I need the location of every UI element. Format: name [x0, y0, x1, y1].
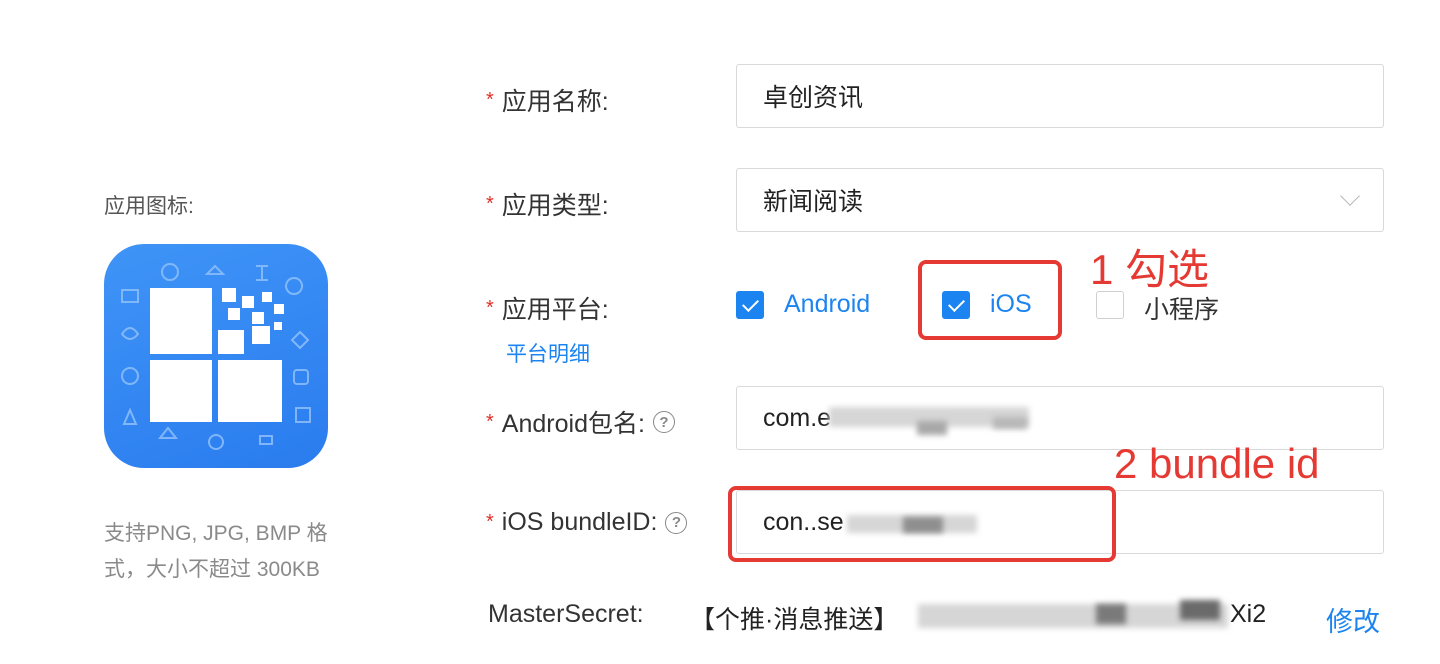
app-type-label-text: 应用类型:	[501, 192, 609, 220]
app-name-input[interactable]: 卓创资讯	[736, 64, 1384, 128]
required-mark: *	[486, 296, 494, 319]
platform-label-text: 应用平台:	[501, 296, 609, 324]
required-mark: *	[486, 410, 494, 433]
master-secret-value: 【个推·消息推送】	[690, 600, 898, 636]
redaction-mask	[1096, 604, 1126, 624]
master-secret-label: MasterSecret:	[488, 600, 644, 628]
redaction-mask	[917, 421, 947, 435]
app-name-label: * 应用名称:	[486, 82, 609, 118]
app-logo-icon	[120, 263, 311, 450]
help-icon[interactable]: ?	[665, 511, 688, 534]
platform-details-link[interactable]: 平台明细	[506, 338, 590, 368]
app-type-label: * 应用类型:	[486, 186, 609, 222]
app-name-value: 卓创资讯	[763, 84, 864, 112]
annotation-step2: 2 bundle id	[1114, 440, 1320, 487]
android-package-label: * Android包名: ?	[486, 404, 675, 440]
annotation-step1: 1 勾选	[1090, 246, 1210, 293]
help-icon[interactable]: ?	[652, 411, 675, 433]
required-mark: *	[486, 511, 494, 533]
master-secret-tail: Xi2	[1230, 600, 1267, 628]
master-secret-prefix: 【个推·消息推送】	[690, 606, 899, 634]
platform-label: * 应用平台:	[486, 290, 609, 326]
app-name-label-text: 应用名称:	[501, 88, 609, 116]
app-icon-upload[interactable]	[104, 244, 328, 468]
modify-link[interactable]: 修改	[1326, 600, 1380, 639]
redaction-mask	[993, 417, 1027, 429]
android-checkbox[interactable]	[736, 291, 764, 319]
ios-bundle-label: * iOS bundleID: ?	[486, 508, 688, 537]
android-package-value: com.e	[763, 403, 832, 432]
required-mark: *	[486, 192, 494, 215]
android-package-label-text: Android包名:	[501, 410, 645, 438]
required-mark: *	[486, 88, 494, 111]
redaction-mask	[1180, 600, 1220, 620]
ios-bundle-label-text: iOS bundleID:	[501, 508, 658, 536]
icon-format-hint: 支持PNG, JPG, BMP 格式，大小不超过 300KB	[104, 522, 328, 581]
chevron-down-icon	[1340, 186, 1360, 206]
annotation-box-bundle-id	[728, 486, 1116, 562]
app-type-value: 新闻阅读	[763, 188, 864, 216]
app-icon-label: 应用图标:	[104, 195, 194, 218]
app-type-select[interactable]: 新闻阅读	[736, 168, 1384, 232]
android-checkbox-label[interactable]: Android	[784, 290, 870, 319]
annotation-box-ios	[918, 260, 1062, 340]
